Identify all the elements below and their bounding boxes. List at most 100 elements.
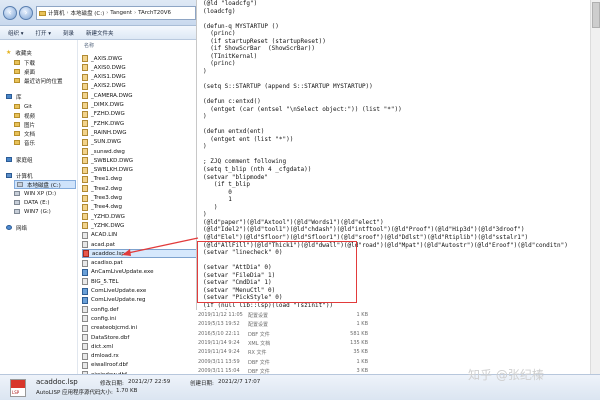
file-name: dmload.rx (91, 353, 119, 360)
new-folder-button[interactable]: 新建文件夹 (86, 29, 114, 37)
breadcrumb-item[interactable]: 本地磁盘 (C:) (71, 9, 105, 17)
sidebar-item[interactable]: 网络 (6, 223, 27, 232)
burn-button[interactable]: 刻录 (63, 29, 74, 37)
sidebar-item[interactable]: 家庭组 (6, 155, 33, 164)
sidebar-item[interactable]: WIN XP (D:) (14, 189, 56, 198)
sidebar-item[interactable]: 库 (6, 92, 22, 101)
details-modified-label: 修改日期: (100, 381, 124, 387)
file-row[interactable]: DataStore.dbf (82, 333, 198, 342)
file-icon (82, 157, 88, 165)
details-created: 2021/2/7 17:07 (218, 379, 261, 385)
file-row[interactable]: _AXIS.DWG (82, 54, 198, 63)
open-button[interactable]: 打开 ▾ (36, 29, 52, 37)
file-row[interactable]: ComLiveUpdate.exe (82, 287, 198, 296)
sidebar-item[interactable]: 本地磁盘 (C:) (14, 180, 76, 189)
sidebar-item[interactable]: WIN7 (G:) (14, 207, 51, 216)
breadcrumb-item[interactable]: Tangent (110, 10, 132, 16)
sidebar-item[interactable]: 桌面 (14, 67, 35, 76)
sidebar-item-label: 本地磁盘 (C:) (27, 182, 61, 189)
code-line: 1 (203, 196, 232, 204)
file-row[interactable]: _AXIS0.DWG (82, 63, 198, 72)
sidebar-item[interactable]: 文档 (14, 129, 35, 138)
file-row[interactable]: _AXIS2.DWG (82, 82, 198, 91)
file-row[interactable]: BIG_5.TEL (82, 277, 198, 286)
file-row[interactable]: _SUN.DWG (82, 138, 198, 147)
forward-button[interactable]: › (19, 6, 33, 20)
file-row[interactable]: acadiso.pat (82, 259, 198, 268)
file-row[interactable]: _DIMX.DWG (82, 101, 198, 110)
file-row[interactable]: _SWBLKH.DWG (82, 166, 198, 175)
sidebar-item[interactable]: 音乐 (14, 138, 35, 147)
file-row[interactable]: _Tree4.dwg (82, 203, 198, 212)
file-row[interactable]: _Tree2.dwg (82, 184, 198, 193)
file-row[interactable]: _YZHD.DWG (82, 212, 198, 221)
file-size: 35 KB (353, 349, 368, 356)
file-type: 配置设置 (248, 313, 269, 319)
file-row[interactable]: _YZHK.DWG (82, 221, 198, 230)
sidebar-item[interactable]: 最近访问的位置 (14, 76, 63, 85)
breadcrumb-item[interactable]: TArchT20V6 (138, 10, 171, 16)
file-type: DBF 文件 (248, 331, 270, 338)
file-row[interactable]: _FZHK.DWG (82, 119, 198, 128)
back-button[interactable]: ‹ (3, 6, 17, 20)
file-row[interactable]: _AXIS1.DWG (82, 73, 198, 82)
file-name: eiwallroof.dbf (91, 362, 128, 369)
file-icon (82, 222, 88, 230)
drive-icon (14, 191, 20, 196)
file-date: 2019/11/14 9:24 (198, 339, 240, 346)
file-name: _AXIS.DWG (91, 55, 123, 62)
code-line: (if ShowScrBar (ShowScrBar)) (203, 45, 315, 53)
column-header-name[interactable]: 名称 (80, 42, 198, 50)
folder-icon (14, 78, 20, 83)
file-row[interactable]: _FZHD.DWG (82, 110, 198, 119)
vertical-scrollbar[interactable] (590, 0, 600, 374)
folder-icon (14, 60, 20, 65)
file-row[interactable]: _RAINH.DWG (82, 128, 198, 137)
code-line: (defun entxd(ent) (203, 128, 265, 136)
sidebar-item[interactable]: ★ 收藏夹 (6, 48, 32, 57)
file-row[interactable]: eiwallroof.dbf (82, 361, 198, 370)
file-row[interactable]: dict.xml (82, 342, 198, 351)
organize-button[interactable]: 组织 ▾ (8, 29, 24, 37)
file-row[interactable]: createobjcmd.ini (82, 324, 198, 333)
file-row[interactable]: ComLiveUpdate.reg (82, 296, 198, 305)
sidebar-item[interactable]: 计算机 (6, 171, 33, 180)
code-line: (princ) (203, 309, 568, 310)
text-editor[interactable]: (@ld "loadcfg") (loadcfg) (defun-q MYSTART… (196, 0, 600, 310)
file-name: _SUN.DWG (91, 139, 122, 146)
breadcrumb[interactable]: 计算机 › 本地磁盘 (C:) › Tangent › TArchT20V6 (36, 6, 196, 20)
code-line: (entget (car (entsel "\nSelect object:")… (203, 105, 402, 113)
sidebar-item-label: 库 (16, 94, 22, 101)
sidebar-item[interactable]: Git (14, 102, 32, 111)
file-name: createobjcmd.ini (91, 325, 138, 332)
sidebar-item[interactable]: 下载 (14, 58, 35, 67)
file-icon (82, 175, 88, 183)
file-icon (82, 73, 88, 81)
file-icon (82, 306, 88, 314)
file-row[interactable]: config.ini (82, 314, 198, 323)
file-type: RX 文件 (248, 350, 267, 357)
file-row[interactable]: _SWBLKD.DWG (82, 156, 198, 165)
file-name: ComLiveUpdate.reg (91, 297, 146, 304)
file-name: config.def (91, 306, 119, 313)
file-row[interactable]: _CAMERA.DWG (82, 91, 198, 100)
file-row[interactable]: _sunwd.dwg (82, 147, 198, 156)
drive-icon (17, 182, 23, 187)
sidebar-item-label: 图片 (24, 122, 36, 129)
scrollbar-thumb[interactable] (592, 2, 600, 28)
file-icon (82, 296, 88, 304)
sidebar-item[interactable]: 图片 (14, 120, 35, 129)
lsp-file-icon: LSP (10, 379, 26, 397)
file-row[interactable]: _Tree1.dwg (82, 175, 198, 184)
file-row[interactable]: config.def (82, 305, 198, 314)
code-area[interactable]: (@ld "loadcfg") (loadcfg) (defun-q MYSTART… (203, 0, 568, 310)
breadcrumb-item[interactable]: 计算机 (48, 9, 65, 17)
sidebar-item[interactable]: DATA (E:) (14, 198, 50, 207)
file-row[interactable]: AnCamLiveUpdate.exe (82, 268, 198, 277)
file-row[interactable]: _Tree3.dwg (82, 194, 198, 203)
sidebar-item[interactable]: 视频 (14, 111, 35, 120)
sidebar-item-label: DATA (E:) (24, 199, 50, 206)
file-row[interactable]: dmload.rx (82, 352, 198, 361)
